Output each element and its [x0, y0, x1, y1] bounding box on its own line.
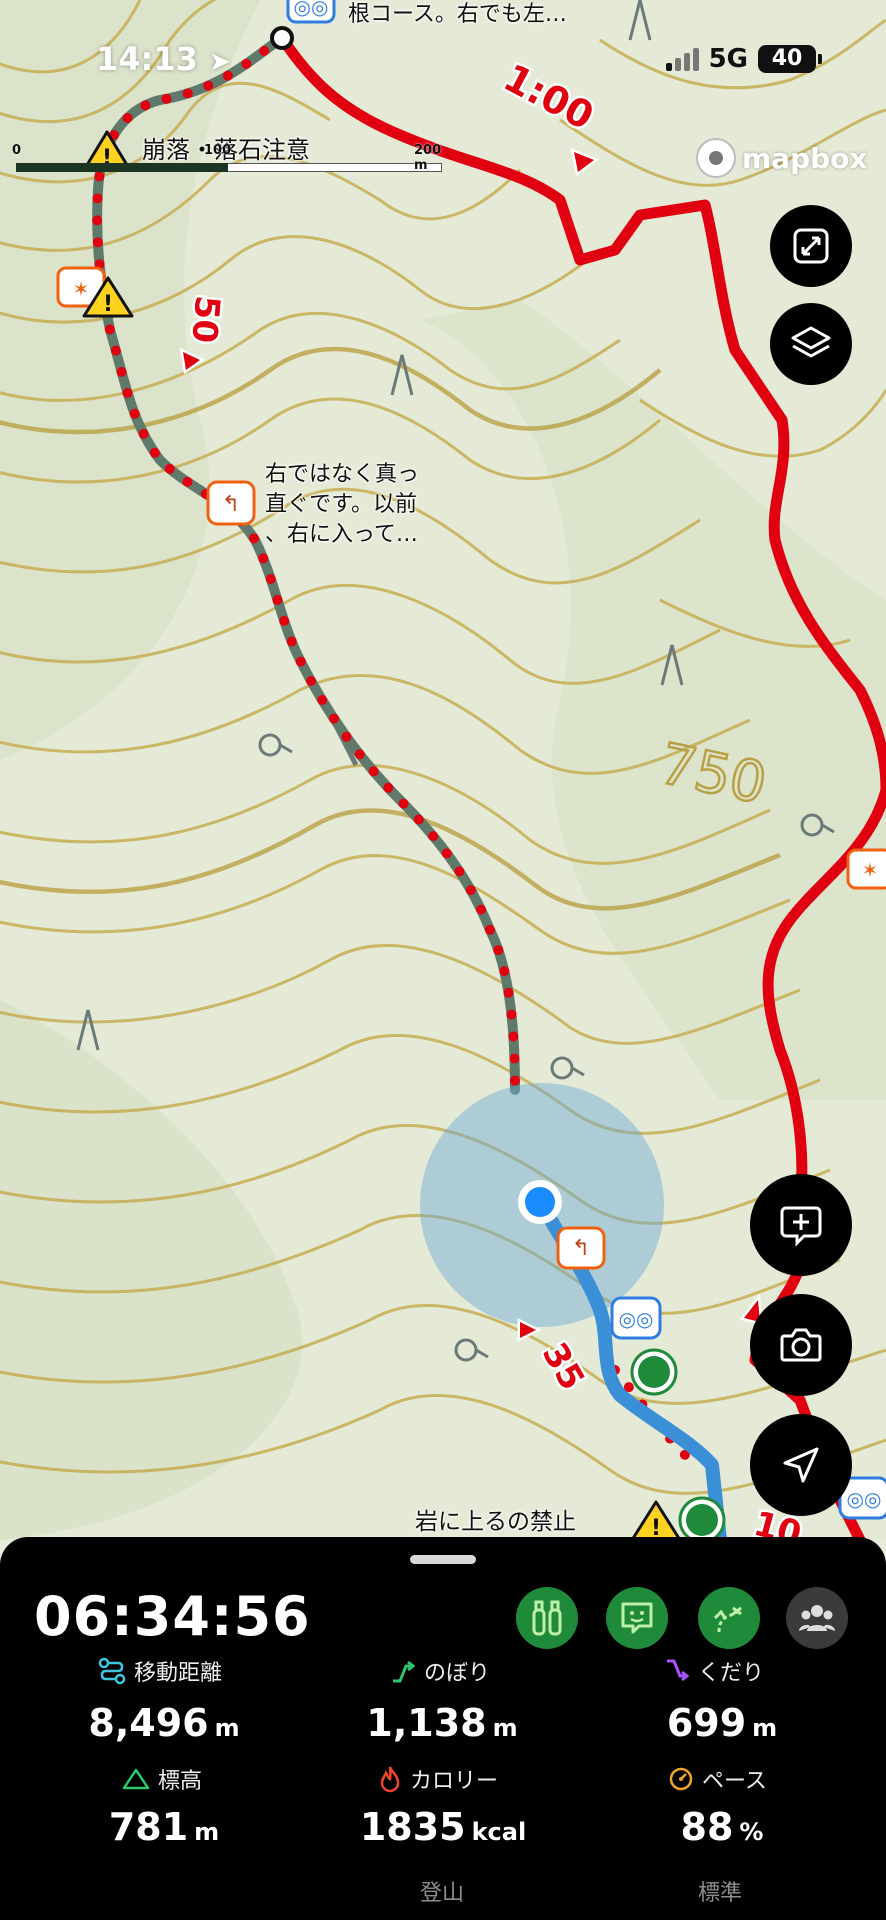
ascent-number: 1,138: [366, 1701, 487, 1745]
pace-label-text: ペース: [702, 1769, 767, 1794]
map-layers-button[interactable]: [770, 303, 852, 385]
descent-stat-label: くだり: [664, 1655, 764, 1687]
location-arrow-icon: ➤: [209, 47, 231, 77]
locate-icon: [783, 1447, 819, 1483]
add-note-button[interactable]: [750, 1174, 852, 1276]
tree-spot-icon[interactable]: [678, 1496, 726, 1540]
descent-number: 699: [666, 1701, 747, 1745]
pace-unit: %: [739, 1818, 764, 1846]
binoculars-button[interactable]: [516, 1587, 578, 1649]
group-icon: [799, 1605, 835, 1631]
expand-icon: [793, 228, 829, 264]
scale-tick-100: 100: [204, 143, 232, 158]
waypoint-marker[interactable]: [270, 26, 294, 50]
scale-tick-200: 200 m: [414, 143, 442, 173]
binoculars-icon: [532, 1600, 562, 1636]
mapbox-text: mapbox: [742, 141, 868, 175]
junction-sign-icon[interactable]: ↰: [556, 1226, 606, 1270]
svg-text:!: !: [103, 292, 113, 317]
recenter-location-button[interactable]: [750, 1414, 852, 1516]
distance-unit: m: [214, 1714, 240, 1742]
network-type: 5G: [708, 44, 748, 74]
photo-spot-icon[interactable]: ◎◎: [286, 0, 336, 24]
topographic-map[interactable]: 750 1:00 50 35 10 ◎◎ ! ✶ ! ↰ ✶ ↰ ◎◎ ! ◎◎: [0, 0, 886, 1540]
activity-type-label: 登山: [420, 1881, 465, 1906]
group-button[interactable]: [786, 1587, 848, 1649]
mapbox-mark-icon: [696, 138, 736, 178]
descent-label-text: くだり: [698, 1661, 765, 1686]
calories-unit: kcal: [471, 1818, 527, 1846]
elevation-number: 781: [108, 1805, 189, 1849]
elevation-label-text: 標高: [158, 1769, 203, 1794]
speedometer-icon: [669, 1767, 693, 1791]
expand-map-button[interactable]: [770, 205, 852, 287]
mountain-icon: [122, 1768, 150, 1790]
elevation-value: 781 m: [64, 1805, 264, 1849]
svg-text:↰: ↰: [222, 492, 240, 517]
elapsed-time: 06:34:56: [34, 1585, 311, 1648]
ascent-value: 1,138 m: [342, 1701, 542, 1745]
route-note-label[interactable]: 根コース。右でも左…: [348, 0, 567, 29]
elevation-stat-label: 標高: [122, 1763, 202, 1795]
calories-value: 1835 kcal: [332, 1805, 554, 1849]
junction-sign-icon[interactable]: ↰: [206, 480, 256, 526]
ascent-unit: m: [492, 1714, 518, 1742]
svg-text:✶: ✶: [862, 858, 879, 882]
distance-number: 8,496: [88, 1701, 209, 1745]
signal-icon: [665, 47, 699, 71]
distance-value: 8,496 m: [64, 1701, 264, 1745]
add-note-icon: [780, 1206, 822, 1247]
danger-spot-icon[interactable]: ✶: [846, 848, 886, 890]
descent-unit: m: [752, 1714, 778, 1742]
scale-tick-0: 0: [12, 143, 22, 158]
clock-text: 14:13: [96, 40, 198, 78]
battery-icon: 40: [758, 45, 822, 73]
pace-value: 88%: [622, 1805, 822, 1849]
svg-text:◎◎: ◎◎: [294, 0, 329, 19]
time-marker-50: 50: [183, 294, 227, 345]
status-indicators: 5G 40: [665, 44, 822, 74]
calories-stat-label: カロリー: [378, 1763, 498, 1795]
ascent-stat-label: のぼり: [390, 1655, 490, 1687]
svg-text:↰: ↰: [572, 1236, 590, 1261]
route-note-line-3[interactable]: 、右に入って…: [265, 520, 418, 549]
map-scale-bar: 0 100 200 m: [12, 143, 442, 175]
svg-text:◎◎: ◎◎: [847, 1487, 882, 1511]
distance-label-text: 移動距離: [134, 1661, 223, 1686]
distance-stat-label: 移動距離: [98, 1655, 222, 1687]
camera-icon: [780, 1328, 822, 1362]
activity-stats-panel: 06:34:56 移動距離 8,496 m のぼり 1,138 m くだり 69…: [0, 1537, 886, 1920]
ascent-label-text: のぼり: [424, 1661, 491, 1686]
face-report-button[interactable]: [606, 1587, 668, 1649]
battery-level: 40: [771, 46, 803, 71]
route-note-line-1[interactable]: 右ではなく真っ: [265, 460, 419, 489]
pace-rating-label: 標準: [698, 1881, 743, 1906]
distance-icon: [98, 1657, 126, 1685]
svg-text:✶: ✶: [73, 277, 90, 301]
binoculars-spot-icon[interactable]: ◎◎: [610, 1296, 662, 1340]
ascent-icon: [393, 1660, 416, 1683]
calories-label-text: カロリー: [410, 1769, 499, 1794]
descent-value: 699 m: [622, 1701, 822, 1745]
pace-stat-label: ペース: [668, 1763, 767, 1795]
camera-button[interactable]: [750, 1294, 852, 1396]
panel-drag-handle[interactable]: [410, 1555, 476, 1564]
flame-icon: [380, 1766, 400, 1793]
route-note-line-2[interactable]: 直ぐです。以前: [265, 490, 417, 519]
status-time: 14:13 ➤: [96, 40, 231, 78]
calories-number: 1835: [359, 1805, 466, 1849]
elevation-unit: m: [194, 1818, 220, 1846]
descent-icon: [667, 1659, 690, 1682]
face-icon: [621, 1602, 653, 1634]
mapbox-logo[interactable]: mapbox: [696, 138, 867, 178]
route-icon: [713, 1606, 742, 1633]
layers-icon: [791, 326, 831, 358]
tree-spot-icon[interactable]: [630, 1348, 678, 1396]
route-branch-button[interactable]: [698, 1587, 760, 1649]
svg-text:◎◎: ◎◎: [619, 1307, 654, 1331]
pace-number: 88: [680, 1805, 734, 1849]
rock-warning-label[interactable]: 岩に上るの禁止: [415, 1508, 576, 1537]
